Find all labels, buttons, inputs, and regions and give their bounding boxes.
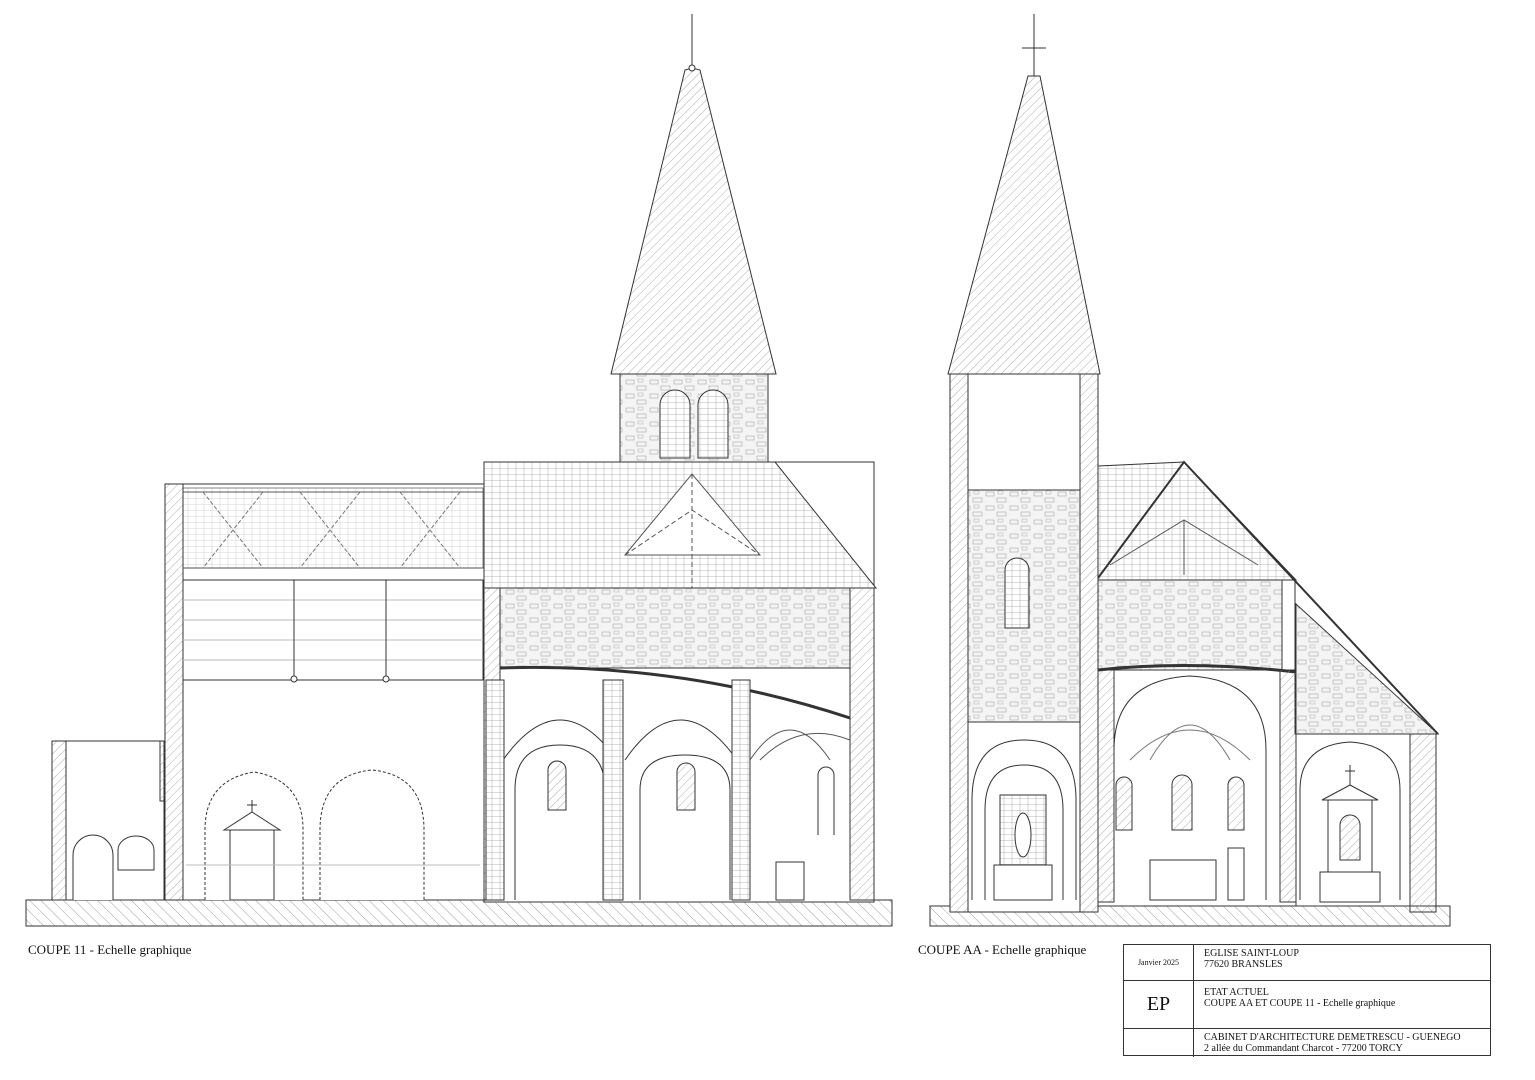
church-section-drawing (25, 14, 1451, 927)
project-name: EGLISE SAINT-LOUP (1204, 948, 1299, 959)
sheet-status: ETAT ACTUEL (1204, 987, 1269, 998)
office-name: CABINET D'ARCHITECTURE DEMETRESCU - GUEN… (1204, 1032, 1461, 1043)
arch-right (319, 769, 425, 900)
title-block-row-office: CABINET D'ARCHITECTURE DEMETRESCU - GUEN… (1124, 1029, 1490, 1057)
roof-frame (182, 487, 484, 569)
date-label: Janvier 2025 (1137, 958, 1180, 967)
title-block-row-sheet: EP ETAT ACTUEL COUPE AA ET COUPE 11 - Ec… (1124, 981, 1490, 1029)
sheet-title: COUPE AA ET COUPE 11 - Echelle graphique (1204, 998, 1396, 1009)
caption-coupe-11: COUPE 11 - Echelle graphique (28, 942, 192, 957)
bell-tower-left (619, 373, 769, 463)
nave-roof (1097, 461, 1298, 581)
coupe-aa-section (929, 14, 1451, 927)
office-address: 2 allée du Commandant Charcot - 77200 TO… (1204, 1043, 1403, 1054)
spire-left (610, 67, 777, 375)
caption-coupe-aa: COUPE AA - Echelle graphique (918, 942, 1087, 957)
title-block-row-project: Janvier 2025 EGLISE SAINT-LOUP 77620 BRA… (1124, 945, 1490, 981)
spire-right (947, 75, 1101, 375)
initials-label: EP (1146, 993, 1171, 1015)
title-block: Janvier 2025 EGLISE SAINT-LOUP 77620 BRA… (1123, 944, 1491, 1057)
stone-wall (499, 587, 851, 669)
ground-left (25, 899, 893, 927)
coupe-11-section (25, 14, 893, 927)
project-location: 77620 BRANSLES (1204, 959, 1283, 970)
